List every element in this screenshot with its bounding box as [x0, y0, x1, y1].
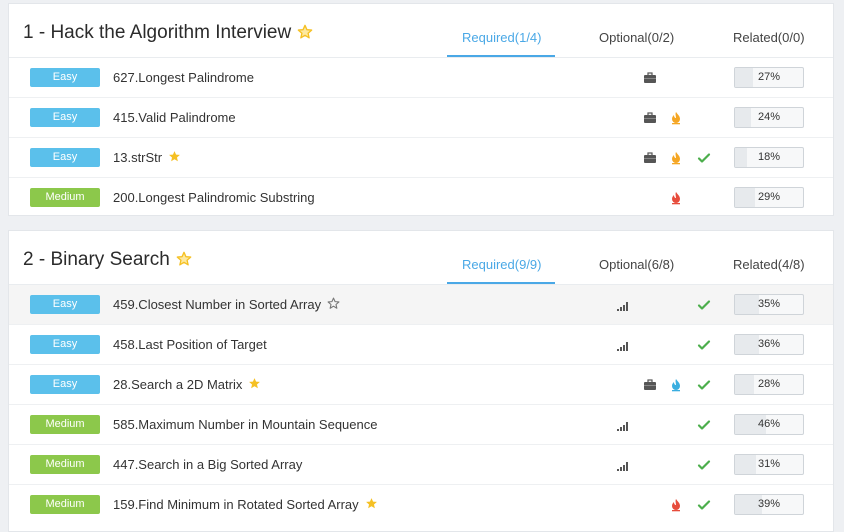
- acceptance-progress: 46%: [734, 414, 804, 435]
- difficulty-badge: Easy: [30, 148, 100, 167]
- problem-row[interactable]: Easy 13.strStr 18%: [9, 138, 833, 178]
- briefcase-icon: [643, 111, 657, 125]
- tab-active-underline: [447, 55, 555, 57]
- flame-blue-icon: [669, 378, 683, 392]
- signal-icon: [616, 338, 630, 352]
- star-filled-icon[interactable]: [248, 377, 261, 393]
- check-icon: [697, 418, 711, 432]
- check-icon: [697, 338, 711, 352]
- acceptance-progress: 31%: [734, 454, 804, 475]
- problem-row[interactable]: Medium 159.Find Minimum in Rotated Sorte…: [9, 485, 833, 524]
- section-title: 2 - Binary Search: [23, 249, 192, 273]
- tab-required[interactable]: Required(9/9): [462, 257, 542, 272]
- problem-link[interactable]: 627.Longest Palindrome: [113, 70, 254, 85]
- star-filled-icon[interactable]: [365, 497, 378, 513]
- problem-row[interactable]: Medium 447.Search in a Big Sorted Array …: [9, 445, 833, 485]
- acceptance-progress: 28%: [734, 374, 804, 395]
- difficulty-badge: Easy: [30, 68, 100, 87]
- tab-optional[interactable]: Optional(0/2): [599, 30, 674, 45]
- problem-link[interactable]: 159.Find Minimum in Rotated Sorted Array: [113, 497, 378, 513]
- acceptance-progress: 27%: [734, 67, 804, 88]
- problem-link[interactable]: 28.Search a 2D Matrix: [113, 377, 261, 393]
- problem-name[interactable]: 159.Find Minimum in Rotated Sorted Array: [113, 497, 359, 512]
- problem-row[interactable]: Easy 627.Longest Palindrome 27%: [9, 58, 833, 98]
- signal-icon: [616, 458, 630, 472]
- section-binary-search: 2 - Binary Search Required(9/9) Optional…: [8, 230, 834, 532]
- difficulty-badge: Easy: [30, 108, 100, 127]
- check-icon: [697, 378, 711, 392]
- problem-link[interactable]: 447.Search in a Big Sorted Array: [113, 457, 302, 472]
- acceptance-rate: 31%: [757, 458, 781, 470]
- section-header: 2 - Binary Search Required(9/9) Optional…: [9, 231, 833, 285]
- problem-link[interactable]: 459.Closest Number in Sorted Array: [113, 297, 340, 313]
- difficulty-badge: Medium: [30, 188, 100, 207]
- star-outline-icon[interactable]: [327, 297, 340, 313]
- briefcase-icon: [643, 151, 657, 165]
- difficulty-badge: Medium: [30, 495, 100, 514]
- problem-name[interactable]: 28.Search a 2D Matrix: [113, 377, 242, 392]
- problem-link[interactable]: 585.Maximum Number in Mountain Sequence: [113, 417, 377, 432]
- flame-red-icon: [669, 498, 683, 512]
- check-icon: [697, 151, 711, 165]
- flame-orange-icon: [669, 151, 683, 165]
- tab-active-underline: [447, 282, 555, 284]
- section-hack-the-algorithm-interview: 1 - Hack the Algorithm Interview Require…: [8, 3, 834, 216]
- problem-row[interactable]: Medium 585.Maximum Number in Mountain Se…: [9, 405, 833, 445]
- check-icon: [697, 458, 711, 472]
- acceptance-progress: 29%: [734, 187, 804, 208]
- problem-link[interactable]: 200.Longest Palindromic Substring: [113, 190, 315, 205]
- acceptance-progress: 39%: [734, 494, 804, 515]
- problem-link[interactable]: 415.Valid Palindrome: [113, 110, 236, 125]
- acceptance-rate: 27%: [757, 71, 781, 83]
- problem-row[interactable]: Easy 415.Valid Palindrome 24%: [9, 98, 833, 138]
- acceptance-rate: 28%: [757, 378, 781, 390]
- problem-row[interactable]: Medium 200.Longest Palindromic Substring…: [9, 178, 833, 217]
- problem-link[interactable]: 13.strStr: [113, 150, 181, 166]
- problem-name[interactable]: 13.strStr: [113, 150, 162, 165]
- acceptance-rate: 39%: [757, 498, 781, 510]
- section-header: 1 - Hack the Algorithm Interview Require…: [9, 4, 833, 58]
- difficulty-badge: Easy: [30, 295, 100, 314]
- acceptance-rate: 36%: [757, 338, 781, 350]
- problem-row[interactable]: Easy 459.Closest Number in Sorted Array …: [9, 285, 833, 325]
- difficulty-badge: Medium: [30, 455, 100, 474]
- difficulty-badge: Easy: [30, 335, 100, 354]
- signal-icon: [616, 298, 630, 312]
- acceptance-progress: 35%: [734, 294, 804, 315]
- tab-optional[interactable]: Optional(6/8): [599, 257, 674, 272]
- acceptance-progress: 24%: [734, 107, 804, 128]
- problem-name[interactable]: 459.Closest Number in Sorted Array: [113, 297, 321, 312]
- tab-required[interactable]: Required(1/4): [462, 30, 542, 45]
- problem-row[interactable]: Easy 28.Search a 2D Matrix 28%: [9, 365, 833, 405]
- flame-orange-icon: [669, 111, 683, 125]
- problem-link[interactable]: 458.Last Position of Target: [113, 337, 267, 352]
- check-icon: [697, 498, 711, 512]
- section-title-text: 1 - Hack the Algorithm Interview: [23, 22, 292, 43]
- tab-related[interactable]: Related(0/0): [733, 30, 805, 45]
- difficulty-badge: Easy: [30, 375, 100, 394]
- section-title: 1 - Hack the Algorithm Interview: [23, 22, 313, 46]
- check-icon: [697, 298, 711, 312]
- tab-related[interactable]: Related(4/8): [733, 257, 805, 272]
- star-outline-icon[interactable]: [176, 251, 192, 273]
- problem-row[interactable]: Easy 458.Last Position of Target 36%: [9, 325, 833, 365]
- acceptance-progress: 18%: [734, 147, 804, 168]
- acceptance-rate: 24%: [757, 111, 781, 123]
- briefcase-icon: [643, 71, 657, 85]
- star-filled-icon[interactable]: [168, 150, 181, 166]
- briefcase-icon: [643, 378, 657, 392]
- difficulty-badge: Medium: [30, 415, 100, 434]
- acceptance-rate: 35%: [757, 298, 781, 310]
- section-title-text: 2 - Binary Search: [23, 249, 170, 270]
- acceptance-progress: 36%: [734, 334, 804, 355]
- star-outline-icon[interactable]: [297, 24, 313, 46]
- acceptance-rate: 46%: [757, 418, 781, 430]
- flame-red-icon: [669, 191, 683, 205]
- signal-icon: [616, 418, 630, 432]
- acceptance-rate: 29%: [757, 191, 781, 203]
- acceptance-rate: 18%: [757, 151, 781, 163]
